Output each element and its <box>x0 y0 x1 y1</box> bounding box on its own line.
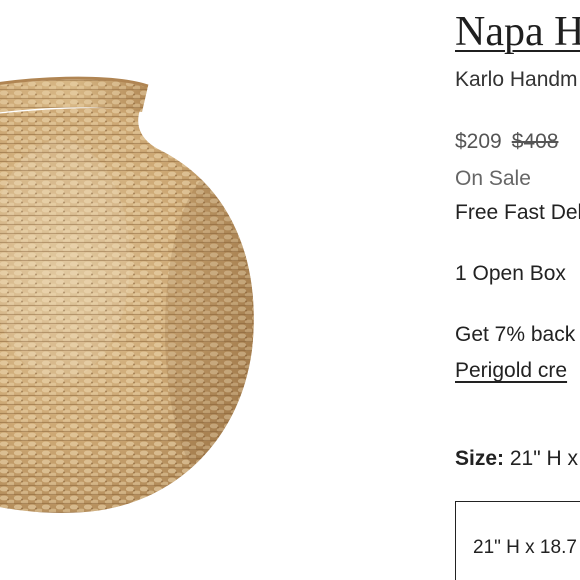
brand-line[interactable]: Karlo Handm <box>455 68 578 92</box>
product-details: Napa H Karlo Handm $209 $408 On Sale Free… <box>455 0 580 580</box>
product-image[interactable] <box>0 0 300 580</box>
size-option-button[interactable]: 21" H x 18.7 D <box>455 501 580 580</box>
size-value: 21" H x <box>509 447 579 470</box>
size-option-label: 21" H x 18.7 D <box>473 537 580 558</box>
cashback-text: Get 7% back <box>455 323 576 346</box>
delivery-info: Free Fast Del <box>455 201 580 224</box>
open-box-link[interactable]: 1 Open Box <box>455 262 566 286</box>
size-row: Size: 21" H x <box>455 447 578 471</box>
perigold-credit-link[interactable]: Perigold cre <box>455 359 567 383</box>
price-row: $209 $408 <box>455 130 558 154</box>
sale-price: $209 <box>455 130 502 153</box>
size-label: Size: <box>455 447 505 470</box>
product-title[interactable]: Napa H <box>455 8 580 56</box>
sale-status: On Sale <box>455 167 531 190</box>
woven-basket-vase-image <box>0 76 254 513</box>
original-price: $408 <box>511 130 559 153</box>
